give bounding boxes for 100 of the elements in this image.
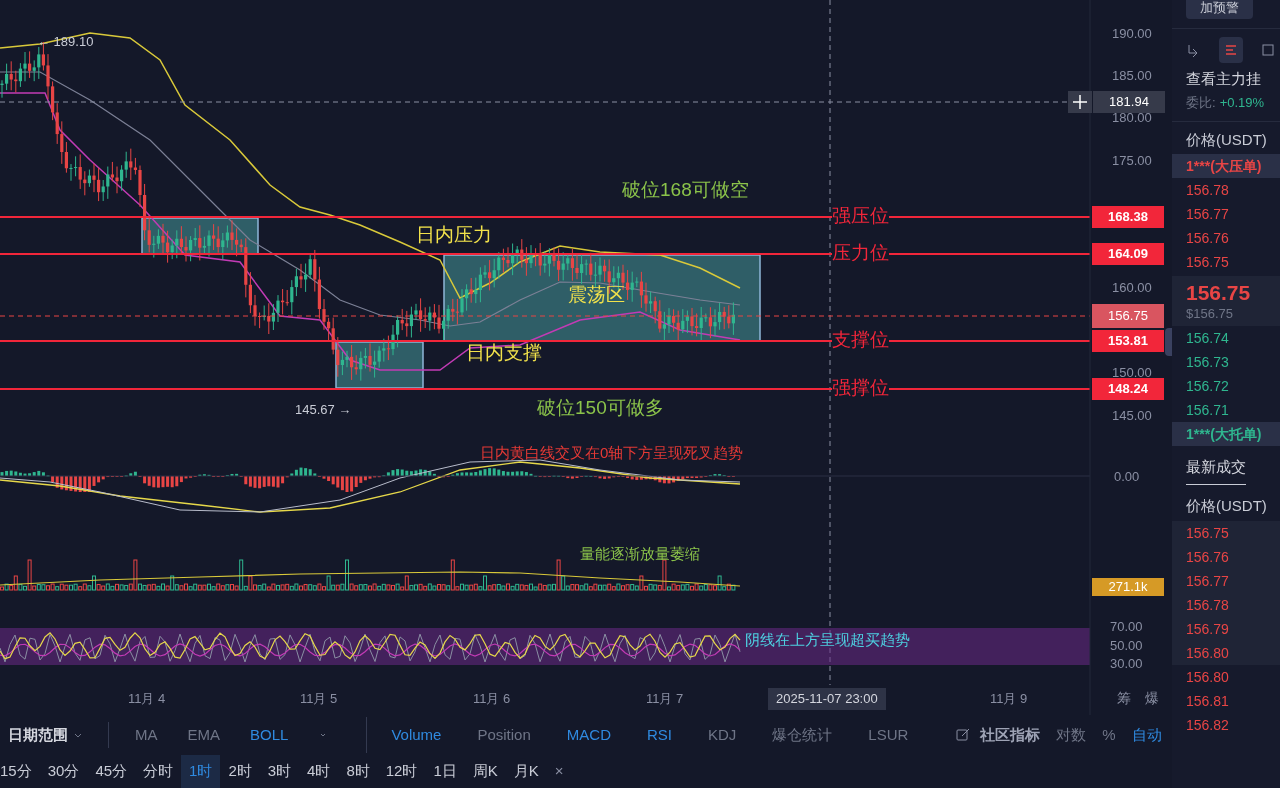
edit-icon[interactable]: [956, 728, 971, 742]
order-book-title: 查看主力挂: [1185, 69, 1262, 89]
level-price-tag: 168.38: [1092, 206, 1164, 228]
interval-tab[interactable]: 3时: [259, 755, 300, 788]
trade-price: 156.78: [1172, 593, 1280, 617]
bid-price: 156.73: [1185, 353, 1230, 372]
indicator-toggle[interactable]: 爆仓统计: [772, 723, 833, 747]
time-axis-label: 11月 6: [473, 692, 511, 705]
volume-value-tag: 271.1k: [1092, 578, 1164, 596]
bid-price: 156.74: [1185, 329, 1230, 348]
price-column-header: 价格(USDT): [1185, 130, 1268, 150]
bid-price: 156.71: [1185, 401, 1230, 420]
trade-price: 156.80: [1185, 668, 1230, 687]
indicator-toggle[interactable]: Volume: [391, 723, 442, 747]
high-price-marker: ← 189.10: [37, 35, 94, 48]
trade-price: 156.80: [1172, 641, 1280, 665]
ask-price: 156.77: [1185, 205, 1230, 224]
level-price-tag: 164.09: [1092, 243, 1164, 265]
trade-price: 156.79: [1172, 617, 1280, 641]
interval-tab[interactable]: 分时: [135, 755, 182, 788]
level-label: 支撑位: [832, 330, 889, 349]
rsi-axis-label: 50.00: [1110, 639, 1143, 652]
price-column-header: 价格(USDT): [1185, 496, 1268, 516]
trade-price: 156.76: [1172, 545, 1280, 569]
price-axis-label: 180.00: [1112, 111, 1152, 124]
interval-tab[interactable]: 12时: [377, 755, 426, 788]
panel-collapse-handle[interactable]: [1165, 328, 1172, 356]
interval-tab[interactable]: 月K: [505, 755, 547, 788]
chart-annotation: 破位168可做空: [622, 180, 749, 199]
order-book-view-tab[interactable]: [1219, 37, 1243, 63]
rsi-axis-label: 70.00: [1110, 620, 1143, 633]
interval-tab[interactable]: 15分: [0, 755, 40, 788]
indicator-toggle[interactable]: RSI: [646, 723, 672, 747]
price-axis-label: 185.00: [1112, 69, 1152, 82]
level-label: 强撑位: [832, 378, 889, 397]
interval-tab[interactable]: 8时: [338, 755, 378, 788]
level-price-tag: 153.81: [1092, 330, 1164, 352]
add-crosshair-icon[interactable]: [1068, 91, 1092, 113]
large-ask-order: 1***(大压单): [1172, 154, 1280, 178]
interval-tab[interactable]: 30分: [39, 755, 88, 788]
interval-tab[interactable]: 2时: [220, 755, 260, 788]
ask-price: 156.78: [1185, 181, 1230, 200]
side-button[interactable]: 筹: [1117, 691, 1131, 705]
macd-axis-label: 0.00: [1114, 470, 1140, 483]
indicator-toggle[interactable]: LSUR: [868, 723, 909, 747]
chart-annotation: 日内压力: [416, 225, 492, 244]
latest-trades-tab[interactable]: 最新成交: [1186, 454, 1246, 485]
level-label: 强压位: [832, 206, 889, 225]
community-indicators-button[interactable]: 社区指标: [980, 723, 1041, 747]
indicator-toggle[interactable]: 对数: [1056, 723, 1087, 747]
indicator-toggle[interactable]: MA: [135, 723, 158, 747]
ask-price: 156.76: [1185, 229, 1230, 248]
date-range-dropdown[interactable]: 日期范围: [8, 723, 82, 747]
chart-annotation: 破位150可做多: [537, 398, 664, 417]
interval-tab[interactable]: 4时: [299, 755, 339, 788]
time-axis-label: 11月 7: [646, 692, 684, 705]
bid-price: 156.72: [1185, 377, 1230, 396]
last-price-usd: $156.75: [1185, 306, 1234, 322]
price-axis-label: 160.00: [1112, 281, 1152, 294]
caret-icon: [74, 732, 82, 738]
low-price-marker: 145.67 →: [295, 403, 352, 416]
indicator-toggle[interactable]: %: [1102, 723, 1116, 747]
macd-note: 日内黄白线交叉在0轴下方呈现死叉趋势: [480, 445, 744, 460]
chart-annotation: 震荡区: [568, 285, 625, 304]
interval-tab[interactable]: 1时: [181, 755, 221, 788]
interval-tab[interactable]: 1日: [425, 755, 465, 788]
trade-price: 156.81: [1185, 692, 1230, 711]
indicator-toggle[interactable]: MACD: [566, 723, 611, 747]
add-alert-button[interactable]: 加预警: [1186, 0, 1253, 19]
indicator-toggle[interactable]: 自动: [1131, 723, 1162, 747]
ratio-label: 委比:: [1186, 94, 1216, 113]
price-axis-label: 190.00: [1112, 27, 1152, 40]
crosshair-price-tag: 181.94: [1093, 91, 1165, 113]
ratio-value: +0.19%: [1219, 94, 1265, 113]
interval-tab[interactable]: 周K: [464, 755, 506, 788]
square-icon: [1260, 41, 1277, 59]
crosshair-time-tag: 2025-11-07 23:00: [768, 688, 886, 710]
indicator-toggle[interactable]: Position: [477, 723, 531, 747]
trade-price: 156.77: [1172, 569, 1280, 593]
level-price-tag: 148.24: [1092, 378, 1164, 400]
rsi-note: 阴线在上方呈现超买趋势: [745, 632, 910, 647]
interval-tab[interactable]: 45分: [87, 755, 136, 788]
indicator-toggle[interactable]: BOLL: [250, 723, 289, 747]
close-button[interactable]: ×: [554, 760, 564, 783]
indicator-toggle[interactable]: KDJ: [708, 723, 737, 747]
ask-price: 156.75: [1185, 253, 1230, 272]
caret-icon[interactable]: [320, 733, 327, 737]
current-price-tag: 156.75: [1092, 304, 1164, 328]
trade-price: 156.82: [1185, 716, 1230, 735]
price-axis-label: 145.00: [1112, 409, 1152, 422]
last-price: 156.75: [1185, 280, 1252, 306]
chart-annotation: 日内支撑: [466, 343, 542, 362]
large-bid-order: 1***(大托单): [1172, 422, 1280, 446]
rsi-axis-label: 30.00: [1110, 657, 1143, 670]
trade-price: 156.75: [1172, 521, 1280, 545]
price-axis-label: 150.00: [1112, 366, 1152, 379]
time-axis-label: 11月 4: [128, 692, 166, 705]
indicator-toggle[interactable]: EMA: [187, 723, 220, 747]
price-axis-label: 175.00: [1112, 154, 1152, 167]
side-button[interactable]: 爆: [1145, 691, 1159, 705]
